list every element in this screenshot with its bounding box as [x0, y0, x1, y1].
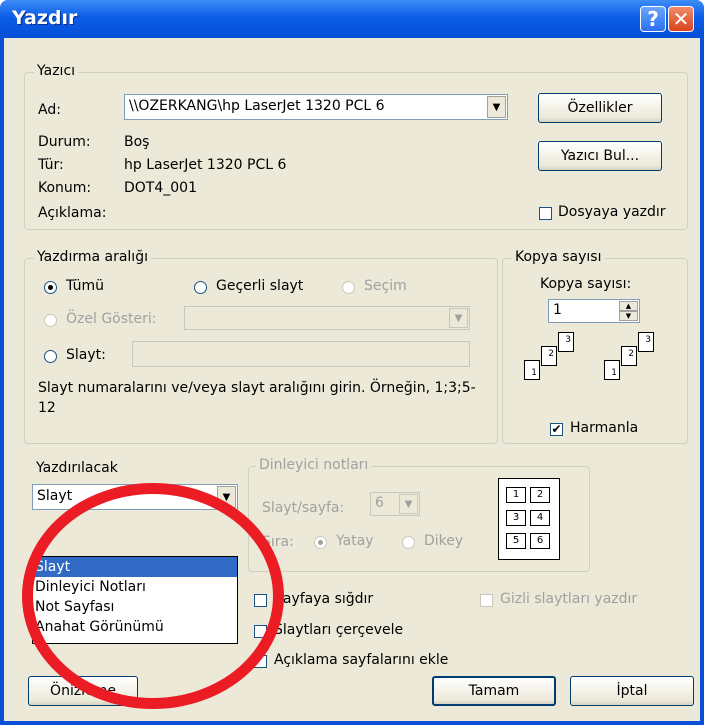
- close-icon[interactable]: ✕: [668, 6, 694, 32]
- page-icon: 2: [621, 346, 637, 366]
- include-comments-label: Açıklama sayfalarını ekle: [274, 652, 449, 668]
- location-value: DOT4_001: [124, 180, 197, 196]
- chevron-down-icon[interactable]: ▼: [399, 494, 418, 514]
- handouts-group-label: Dinleyici notları: [256, 457, 372, 473]
- page-icon: 2: [541, 346, 557, 366]
- frame-slides-label: Slaytları çerçevele: [274, 622, 404, 638]
- fit-to-page-label: Sayfaya sığdır: [274, 591, 374, 607]
- spin-down-icon[interactable]: ▼: [619, 311, 638, 321]
- print-to-file-label: Dosyaya yazdır: [558, 204, 666, 220]
- handout-slide-box: 3: [506, 510, 526, 526]
- print-what-label: Yazdırılacak: [36, 460, 118, 476]
- handout-layout-preview: 1 2 3 4 5 6: [498, 478, 560, 560]
- page-number: 1: [531, 368, 537, 378]
- print-hidden-label: Gizli slaytları yazdır: [500, 591, 638, 607]
- print-range-label: Yazdırma aralığı: [34, 249, 151, 265]
- per-page-value: 6: [375, 495, 384, 511]
- order-vertical-radio[interactable]: [402, 536, 415, 549]
- handout-slide-box: 5: [506, 533, 526, 549]
- range-all-label: Tümü: [66, 278, 105, 294]
- range-all-radio[interactable]: [44, 281, 57, 294]
- slides-radio[interactable]: [44, 350, 57, 363]
- custom-show-label: Özel Gösteri:: [66, 311, 157, 327]
- ok-button[interactable]: Tamam: [432, 676, 556, 706]
- printer-group-label: Yazıcı: [34, 63, 79, 79]
- page-number: 3: [565, 335, 571, 345]
- page-number: 2: [548, 349, 554, 359]
- custom-show-combo[interactable]: ▼: [184, 306, 470, 330]
- chevron-down-icon[interactable]: ▼: [449, 308, 468, 328]
- copies-count-spinner[interactable]: 1 ▲ ▼: [548, 299, 640, 323]
- page-number: 3: [645, 335, 651, 345]
- print-hidden-checkbox[interactable]: [480, 594, 493, 607]
- page-number: 1: [611, 368, 617, 378]
- page-icon: 1: [524, 360, 540, 380]
- slides-label: Slayt:: [66, 347, 106, 363]
- printer-name-combo[interactable]: \\OZERKANG\hp LaserJet 1320 PCL 6 ▼: [124, 94, 508, 120]
- page-icon: 3: [558, 332, 574, 352]
- collate-label: Harmanla: [570, 420, 639, 436]
- chevron-down-icon[interactable]: ▼: [487, 96, 506, 118]
- order-horizontal-label: Yatay: [336, 533, 374, 549]
- cancel-button[interactable]: İptal: [570, 676, 694, 706]
- range-selection-label: Seçim: [364, 278, 407, 294]
- properties-button[interactable]: Özellikler: [538, 93, 662, 123]
- range-current-radio[interactable]: [194, 281, 207, 294]
- range-current-label: Geçerli slayt: [216, 278, 304, 294]
- page-icon: 1: [604, 360, 620, 380]
- custom-show-radio[interactable]: [44, 314, 57, 327]
- comment-label: Açıklama:: [38, 205, 107, 221]
- collate-illustration: 3 2 1: [604, 332, 674, 396]
- handout-slide-box: 1: [506, 487, 526, 503]
- page-icon: 3: [638, 332, 654, 352]
- status-value: Boş: [124, 134, 150, 150]
- annotation-circle: [22, 483, 284, 709]
- handout-slide-box: 2: [530, 487, 550, 503]
- per-page-combo[interactable]: 6 ▼: [370, 492, 420, 516]
- collate-illustration: 3 2 1: [524, 332, 594, 396]
- range-help-text: Slayt numaralarını ve/veya slayt aralığı…: [38, 380, 476, 416]
- location-label: Konum:: [38, 180, 92, 196]
- order-horizontal-radio[interactable]: [314, 536, 327, 549]
- find-printer-button[interactable]: Yazıcı Bul...: [538, 141, 662, 171]
- window-title: Yazdır: [12, 7, 78, 29]
- copies-count-label: Kopya sayısı:: [540, 276, 632, 292]
- dialog-body: Yazıcı Ad: \\OZERKANG\hp LaserJet 1320 P…: [4, 38, 700, 721]
- printer-name-label: Ad:: [38, 102, 61, 118]
- status-label: Durum:: [38, 134, 91, 150]
- title-bar[interactable]: Yazdır ? ✕: [0, 0, 704, 38]
- per-page-label: Slayt/sayfa:: [262, 500, 345, 516]
- type-label: Tür:: [38, 157, 64, 173]
- type-value: hp LaserJet 1320 PCL 6: [124, 157, 287, 173]
- spin-up-icon[interactable]: ▲: [619, 301, 638, 311]
- collate-checkbox[interactable]: ✔: [550, 423, 563, 436]
- print-what-value: Slayt: [37, 488, 73, 504]
- page-number: 2: [628, 349, 634, 359]
- copies-group-label: Kopya sayısı: [512, 249, 605, 265]
- slides-input[interactable]: [132, 341, 470, 367]
- print-to-file-checkbox[interactable]: [539, 207, 552, 220]
- range-selection-radio[interactable]: [342, 281, 355, 294]
- handout-slide-box: 4: [530, 510, 550, 526]
- order-vertical-label: Dikey: [424, 533, 464, 549]
- copies-count-value: 1: [553, 302, 562, 318]
- help-icon[interactable]: ?: [640, 6, 666, 32]
- printer-name-value: \\OZERKANG\hp LaserJet 1320 PCL 6: [129, 98, 385, 114]
- handout-slide-box: 6: [530, 533, 550, 549]
